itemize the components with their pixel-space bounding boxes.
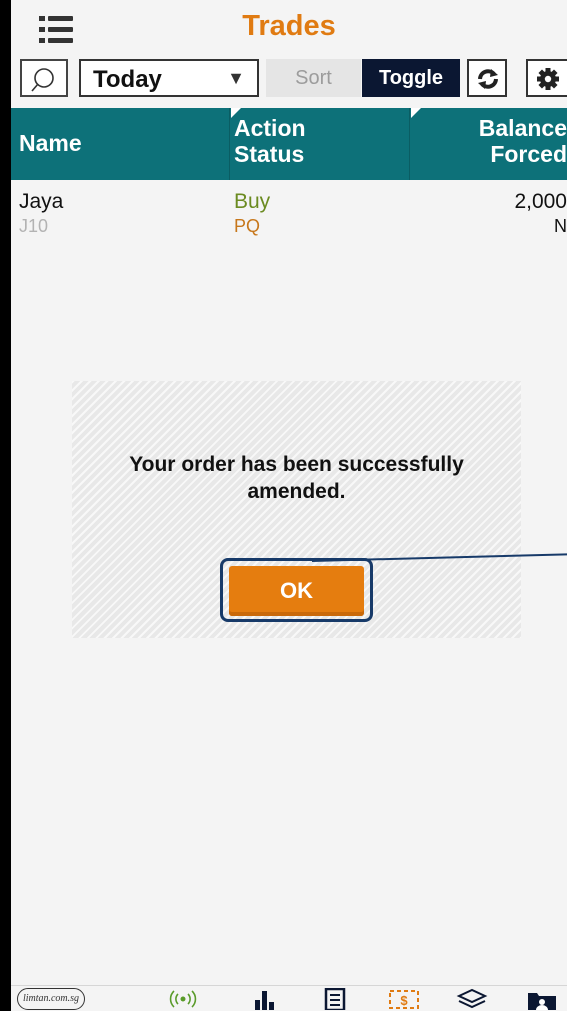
device-bezel [0, 0, 11, 1011]
trades-screen: Trades Today ▼ Sort Toggle Name Action S… [11, 0, 567, 1011]
app-frame: Trades Today ▼ Sort Toggle Name Action S… [0, 0, 567, 1011]
ok-button[interactable]: OK [229, 566, 364, 616]
success-dialog: Your order has been successfully amended… [72, 381, 521, 638]
dialog-message: Your order has been successfully amended… [129, 453, 464, 503]
